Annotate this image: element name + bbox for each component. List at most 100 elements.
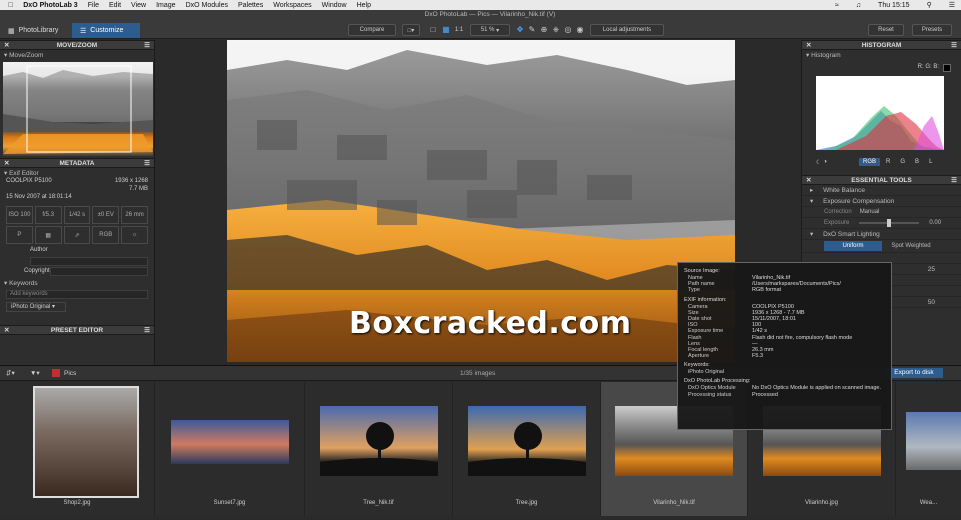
metadata-title: METADATA [59, 160, 95, 167]
thumbnail-image[interactable] [170, 420, 289, 464]
exposure-slider[interactable] [859, 219, 920, 227]
folder-name[interactable]: Pics [64, 370, 76, 377]
fit-icon[interactable]: ▦ [441, 25, 451, 35]
channel-g[interactable]: G [896, 158, 909, 166]
iphoto-keyword-tag[interactable]: iPhoto Original ▾ [6, 302, 66, 312]
tab-customize[interactable]: ☰ Customize [72, 23, 140, 38]
panel-menu-icon[interactable]: ☰ [144, 159, 150, 168]
thumb-cell[interactable]: Shop2.jpg [0, 382, 155, 516]
repair-icon[interactable]: ⎈ [551, 25, 561, 35]
slider-value-1[interactable]: 25 [928, 266, 935, 273]
smart-lighting-row[interactable]: ▾ DxO Smart Lighting [802, 229, 961, 240]
histogram-header[interactable]: ✕ HISTOGRAM ☰ [802, 40, 961, 50]
slider-value-2[interactable]: 50 [928, 299, 935, 306]
smart-lighting-label: DxO Smart Lighting [823, 230, 880, 238]
close-icon[interactable]: ✕ [806, 41, 811, 50]
wifi-icon[interactable]: ≈ [835, 2, 839, 9]
move-zoom-header[interactable]: ✕ MOVE/ZOOM ☰ [0, 40, 154, 50]
exif-rows: Camera COOLPIX P5100 Size 1936 x 1268 - 7.… [684, 304, 885, 360]
menu-image[interactable]: Image [156, 2, 175, 9]
move-zoom-sub[interactable]: ▾ Move/Zoom [0, 50, 154, 60]
author-field[interactable] [30, 257, 148, 266]
tab-photolibrary[interactable]: ▦ PhotoLibrary [0, 23, 68, 38]
thumbnail-image[interactable] [319, 406, 438, 476]
moon-icon[interactable]: ☾ [816, 159, 821, 166]
panel-menu-icon[interactable]: ☰ [951, 41, 957, 50]
red-eye-icon[interactable]: ◎ [563, 25, 573, 35]
volume-icon[interactable]: ♫ [856, 2, 861, 9]
thumbnail-image[interactable] [33, 386, 139, 498]
close-icon[interactable]: ✕ [4, 159, 9, 168]
folder-icon [52, 369, 60, 377]
copyright-field[interactable] [50, 267, 148, 276]
search-icon[interactable]: ⚲ [927, 1, 932, 9]
compare-button[interactable]: Compare [348, 24, 396, 36]
presets-button[interactable]: Presets [912, 24, 952, 36]
close-icon[interactable]: ✕ [806, 176, 811, 185]
close-icon[interactable]: ✕ [4, 41, 9, 50]
exposure-comp-row[interactable]: ▾ Exposure Compensation [802, 196, 961, 207]
menu-view[interactable]: View [131, 2, 146, 9]
white-balance-label: White Balance [823, 186, 865, 194]
local-adjustments-button[interactable]: Local adjustments [590, 24, 664, 36]
app-menu[interactable]: DxO PhotoLab 3 [23, 2, 77, 9]
zoom-select[interactable]: 51 % ▾ [470, 24, 510, 36]
white-balance-picker-icon[interactable]: ✎ [527, 25, 537, 35]
panel-menu-icon[interactable]: ☰ [144, 41, 150, 50]
thumb-cell[interactable]: Tree.jpg [453, 382, 601, 516]
tooltip-keyword: iPhoto Original [688, 369, 725, 376]
exif-editor-sub[interactable]: ▾ Exif Editor [0, 168, 154, 178]
clock[interactable]: Thu 15:15 [878, 2, 910, 9]
metering-icon: ▦ [34, 226, 62, 244]
channel-r[interactable]: R [882, 158, 894, 166]
thumb-cell[interactable]: Tree_Nik.tif [305, 382, 453, 516]
menu-workspaces[interactable]: Workspaces [273, 2, 311, 9]
preset-editor-header[interactable]: ✕ PRESET EDITOR ☰ [0, 325, 154, 335]
menu-window[interactable]: Window [322, 2, 347, 9]
keywords-sub[interactable]: ▾ Keywords [0, 278, 154, 288]
navigator-preview[interactable] [3, 62, 153, 156]
menu-palettes[interactable]: Palettes [238, 2, 263, 9]
clipping-icon[interactable]: ◑ [823, 159, 827, 165]
exposure-value[interactable]: 0.00 [929, 220, 941, 226]
eye-icon[interactable]: ◉ [575, 25, 585, 35]
exposure-slider-thumb[interactable] [887, 219, 892, 227]
sort-icon[interactable]: ⇵▾ [6, 369, 15, 377]
tree-silhouette [319, 422, 438, 476]
menu-dxo-modules[interactable]: DxO Modules [186, 2, 228, 9]
channel-l[interactable]: L [925, 158, 936, 166]
view-mode-dropdown[interactable]: □▾ [402, 24, 420, 36]
tooltip-key: Aperture [688, 353, 710, 360]
panel-menu-icon[interactable]: ☰ [144, 326, 150, 335]
correction-dropdown[interactable]: Manual [860, 209, 880, 215]
menu-list-icon[interactable]: ☰ [949, 1, 955, 9]
colorspace-cell: RGB [92, 226, 120, 244]
crop-icon[interactable]: □ [428, 25, 438, 35]
thumbnail-image[interactable] [906, 412, 961, 470]
uniform-button[interactable]: Uniform [824, 241, 882, 251]
panel-menu-icon[interactable]: ☰ [951, 176, 957, 185]
export-to-disk-button[interactable]: Export to disk [885, 368, 943, 378]
watermark-text: Boxcracked.com [349, 306, 632, 341]
thumbnail-image[interactable] [467, 406, 586, 476]
zoom-1to1-button[interactable]: 1:1 [452, 24, 466, 36]
move-icon[interactable]: ✥ [515, 25, 525, 35]
filter-icon[interactable]: ▼▾ [30, 369, 40, 377]
add-keywords-input[interactable]: Add keywords [6, 290, 148, 299]
white-balance-row[interactable]: ▸ White Balance [802, 185, 961, 196]
channel-rgb[interactable]: RGB [859, 158, 881, 166]
metadata-header[interactable]: ✕ METADATA ☰ [0, 158, 154, 168]
histogram-sub[interactable]: ▾ Histogram [802, 50, 961, 60]
reset-button[interactable]: Reset [868, 24, 904, 36]
thumb-cell[interactable]: Wea... [896, 382, 961, 516]
channel-b[interactable]: B [911, 158, 923, 166]
straighten-icon[interactable]: ⊕ [539, 25, 549, 35]
thumb-cell[interactable]: Sunset7.jpg [155, 382, 305, 516]
close-icon[interactable]: ✕ [4, 326, 9, 335]
menu-file[interactable]: File [88, 2, 99, 9]
apple-icon[interactable]:  [8, 2, 13, 9]
spot-weighted-button[interactable]: Spot Weighted [882, 243, 940, 249]
menu-edit[interactable]: Edit [109, 2, 121, 9]
essential-tools-header[interactable]: ✕ ESSENTIAL TOOLS ☰ [802, 175, 961, 185]
menu-help[interactable]: Help [357, 2, 371, 9]
